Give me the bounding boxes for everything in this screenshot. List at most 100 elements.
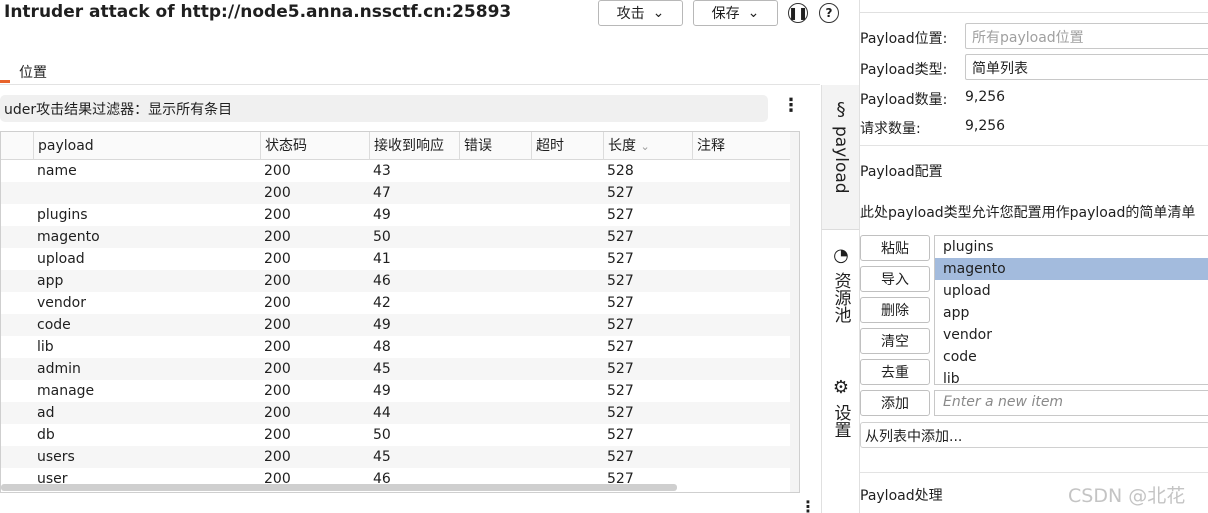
cell-status: 200 xyxy=(264,449,291,465)
table-row[interactable]: ad 200 44 527 xyxy=(1,402,791,424)
save-menu-button[interactable]: 保存 ⌄ xyxy=(693,0,778,26)
cell-payload: app xyxy=(37,273,64,289)
tab-position[interactable]: 位置 xyxy=(19,62,47,82)
cell-received: 46 xyxy=(373,273,391,289)
delete-button[interactable]: 删除 xyxy=(860,297,930,323)
table-row[interactable]: manage 200 49 527 xyxy=(1,380,791,402)
table-row[interactable]: admin 200 45 527 xyxy=(1,358,791,380)
cell-length: 527 xyxy=(607,427,634,443)
add-from-list-select[interactable]: 从列表中添加... xyxy=(860,422,1208,448)
add-button[interactable]: 添加 xyxy=(860,390,930,416)
more-options-icon[interactable]: ⋮ xyxy=(800,499,816,513)
table-row[interactable]: name 200 43 528 xyxy=(1,160,791,182)
payload-count-value: 9,256 xyxy=(965,89,1006,105)
paste-button[interactable]: 粘贴 xyxy=(860,235,930,261)
table-header: payload 状态码 接收到响应 错误 超时 长度 ⌄ 注释 xyxy=(1,132,791,160)
cell-received: 45 xyxy=(373,361,391,377)
watermark: CSDN @北花 xyxy=(1068,485,1186,507)
cell-status: 200 xyxy=(264,405,291,421)
cell-status: 200 xyxy=(264,251,291,267)
results-filter-bar[interactable]: uder攻击结果过滤器：显示所有条目 xyxy=(0,95,768,122)
cell-length: 527 xyxy=(607,317,634,333)
cell-payload: users xyxy=(37,449,75,465)
column-header-timeout[interactable]: 超时 xyxy=(531,132,603,160)
table-row[interactable]: code 200 49 527 xyxy=(1,314,791,336)
cell-payload: vendor xyxy=(37,295,86,311)
cell-received: 49 xyxy=(373,207,391,223)
cell-length: 527 xyxy=(607,383,634,399)
new-item-input[interactable]: Enter a new item xyxy=(934,390,1208,416)
save-button-label: 保存 xyxy=(711,6,740,22)
table-row[interactable]: users 200 45 527 xyxy=(1,446,791,468)
payload-list-item[interactable]: code xyxy=(935,346,1208,368)
tab-resource-pool[interactable]: ◔ 资源池 xyxy=(822,245,860,365)
cell-length: 528 xyxy=(607,163,634,179)
payload-list-item[interactable]: app xyxy=(935,302,1208,324)
cell-payload: ad xyxy=(37,405,55,421)
cell-status: 200 xyxy=(264,273,291,289)
horizontal-scrollbar[interactable] xyxy=(1,484,677,491)
payload-type-select[interactable]: 简单列表 xyxy=(965,54,1208,80)
cell-payload: manage xyxy=(37,383,95,399)
tab-settings[interactable]: ⚙ 设置 xyxy=(822,377,860,467)
cell-received: 48 xyxy=(373,339,391,355)
payload-list-item[interactable]: magento xyxy=(935,258,1208,280)
side-tab-strip: § payload ◔ 资源池 ⚙ 设置 xyxy=(821,85,860,513)
more-options-icon[interactable]: ⋮ xyxy=(782,96,800,116)
payload-position-label: Payload位置: xyxy=(860,31,948,47)
cell-status: 200 xyxy=(264,295,291,311)
payload-list-item[interactable]: plugins xyxy=(935,236,1208,258)
dedupe-button[interactable]: 去重 xyxy=(860,359,930,385)
payload-list-item[interactable]: lib xyxy=(935,368,1208,384)
pie-chart-icon: ◔ xyxy=(833,245,849,266)
cell-length: 527 xyxy=(607,273,634,289)
column-header-error[interactable]: 错误 xyxy=(459,132,531,160)
pause-icon[interactable]: ❚❚ xyxy=(788,3,808,23)
table-row[interactable]: vendor 200 42 527 xyxy=(1,292,791,314)
payload-position-select[interactable]: 所有payload位置 xyxy=(965,23,1208,49)
column-header-payload[interactable]: payload xyxy=(33,132,260,160)
table-row[interactable]: upload 200 41 527 xyxy=(1,248,791,270)
cell-status: 200 xyxy=(264,427,291,443)
cell-received: 49 xyxy=(373,383,391,399)
active-tab-indicator xyxy=(0,80,10,83)
column-header-length[interactable]: 长度 ⌄ xyxy=(603,132,692,160)
table-row[interactable]: 200 47 527 xyxy=(1,182,791,204)
cell-length: 527 xyxy=(607,229,634,245)
clear-button[interactable]: 清空 xyxy=(860,328,930,354)
payload-list-item[interactable]: vendor xyxy=(935,324,1208,346)
table-row[interactable]: magento 200 50 527 xyxy=(1,226,791,248)
column-header-comment[interactable]: 注释 xyxy=(692,132,791,160)
cell-received: 47 xyxy=(373,185,391,201)
table-row[interactable]: plugins 200 49 527 xyxy=(1,204,791,226)
cell-received: 45 xyxy=(373,449,391,465)
attack-menu-button[interactable]: 攻击 ⌄ xyxy=(598,0,683,26)
chevron-down-icon: ⌄ xyxy=(652,5,665,21)
payload-list[interactable]: plugins magento upload app vendor code lib xyxy=(934,235,1208,385)
import-button[interactable]: 导入 xyxy=(860,266,930,292)
cell-payload: magento xyxy=(37,229,100,245)
payload-list-item[interactable]: upload xyxy=(935,280,1208,302)
help-icon[interactable]: ? xyxy=(819,3,839,23)
column-header-length-label: 长度 xyxy=(608,138,636,154)
column-header-status[interactable]: 状态码 xyxy=(260,132,369,160)
cell-status: 200 xyxy=(264,361,291,377)
section-divider xyxy=(860,145,1208,146)
tab-payload[interactable]: § payload xyxy=(822,85,860,230)
table-row[interactable]: app 200 46 527 xyxy=(1,270,791,292)
vertical-scrollbar[interactable] xyxy=(790,132,799,492)
section-divider xyxy=(860,472,1208,473)
tab-resource-pool-label: 资源池 xyxy=(830,272,851,323)
cell-length: 527 xyxy=(607,295,634,311)
cell-received: 49 xyxy=(373,317,391,333)
column-header-received[interactable]: 接收到响应 xyxy=(369,132,459,160)
table-row[interactable]: lib 200 48 527 xyxy=(1,336,791,358)
table-body: name 200 43 528 200 47 527 plugins 200 49 527 magen… xyxy=(1,160,791,490)
cell-status: 200 xyxy=(264,207,291,223)
table-row[interactable]: db 200 50 527 xyxy=(1,424,791,446)
payload-type-label: Payload类型: xyxy=(860,62,948,78)
gear-icon: ⚙ xyxy=(832,377,850,398)
panel-top-divider xyxy=(860,12,1208,13)
cell-payload: code xyxy=(37,317,71,333)
cell-length: 527 xyxy=(607,361,634,377)
